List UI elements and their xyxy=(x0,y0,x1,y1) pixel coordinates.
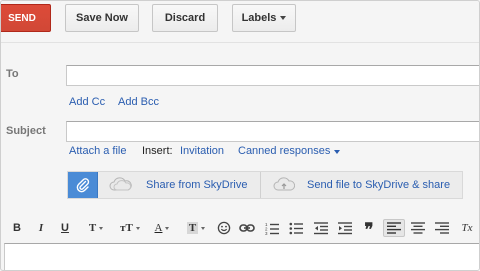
font-size-icon: тT xyxy=(120,222,133,234)
chevron-down-icon xyxy=(165,226,170,230)
share-from-skydrive-label: Share from SkyDrive xyxy=(146,179,248,191)
svg-text:3: 3 xyxy=(265,231,268,235)
remove-formatting-button[interactable]: Tx xyxy=(457,219,477,237)
font-size-dropdown[interactable]: тT xyxy=(115,219,145,237)
formatting-toolbar: B I U T тT A T 123 ❞ Tx xyxy=(1,215,479,241)
send-to-skydrive-label: Send file to SkyDrive & share xyxy=(307,179,451,191)
drive-divider xyxy=(260,172,261,198)
highlight-dropdown[interactable]: T xyxy=(182,219,210,237)
italic-button[interactable]: I xyxy=(33,219,49,237)
italic-icon: I xyxy=(38,222,44,234)
font-icon: T xyxy=(88,222,97,234)
numbered-list-button[interactable]: 123 xyxy=(263,219,281,237)
text-color-icon: A xyxy=(154,222,163,234)
bold-icon: B xyxy=(13,222,21,234)
indent-less-icon xyxy=(314,222,328,235)
insert-link-button[interactable] xyxy=(238,219,256,237)
skydrive-bar: Share from SkyDrive Send file to SkyDriv… xyxy=(67,171,463,199)
save-now-button[interactable]: Save Now xyxy=(65,4,139,32)
underline-button[interactable]: U xyxy=(57,219,73,237)
indent-more-icon xyxy=(338,222,352,235)
align-left-button[interactable] xyxy=(383,219,405,237)
subject-label: Subject xyxy=(6,125,46,137)
share-from-skydrive-button[interactable]: Share from SkyDrive xyxy=(108,172,247,198)
message-body[interactable] xyxy=(4,243,479,270)
add-bcc-link[interactable]: Add Bcc xyxy=(118,96,159,108)
numbered-list-icon: 123 xyxy=(265,222,279,235)
send-to-skydrive-button[interactable]: Send file to SkyDrive & share xyxy=(273,172,450,198)
invitation-link[interactable]: Invitation xyxy=(180,145,224,157)
chevron-down-icon xyxy=(280,16,287,20)
chevron-down-icon xyxy=(201,226,206,230)
quote-icon: ❞ xyxy=(364,220,374,239)
smiley-icon xyxy=(217,221,231,235)
indent-more-button[interactable] xyxy=(336,219,354,237)
remove-formatting-icon: Tx xyxy=(461,222,473,234)
indent-less-button[interactable] xyxy=(312,219,330,237)
compose-toolbar: SEND Save Now Discard Labels xyxy=(1,1,479,43)
discard-button[interactable]: Discard xyxy=(152,4,218,32)
canned-responses-label: Canned responses xyxy=(238,145,331,157)
chevron-down-icon xyxy=(334,150,341,154)
send-button[interactable]: SEND xyxy=(1,4,51,32)
text-color-dropdown[interactable]: A xyxy=(149,219,175,237)
to-label: To xyxy=(6,68,19,80)
cloud-upload-icon xyxy=(273,177,295,191)
underline-icon: U xyxy=(61,222,69,234)
bulleted-list-icon xyxy=(289,222,303,235)
align-center-button[interactable] xyxy=(409,219,427,237)
align-right-icon xyxy=(435,222,449,234)
chevron-down-icon xyxy=(135,226,140,230)
quote-button[interactable]: ❞ xyxy=(360,219,378,239)
font-dropdown[interactable]: T xyxy=(83,219,109,237)
align-right-button[interactable] xyxy=(433,219,451,237)
add-cc-link[interactable]: Add Cc xyxy=(69,96,105,108)
bold-button[interactable]: B xyxy=(9,219,25,237)
send-label: SEND xyxy=(8,12,36,24)
chevron-down-icon xyxy=(99,226,104,230)
align-left-icon xyxy=(387,222,401,234)
align-center-icon xyxy=(411,222,425,234)
emoji-button[interactable] xyxy=(215,219,233,237)
canned-responses-dropdown[interactable]: Canned responses xyxy=(238,145,341,157)
subject-field[interactable] xyxy=(66,121,479,142)
highlight-icon: T xyxy=(186,222,199,234)
attach-file-link[interactable]: Attach a file xyxy=(69,145,126,157)
save-now-label: Save Now xyxy=(76,12,128,24)
labels-label: Labels xyxy=(241,12,277,24)
cloud-icon xyxy=(109,177,132,191)
compose-window: SEND Save Now Discard Labels To Add Cc A… xyxy=(0,0,480,271)
link-icon xyxy=(239,224,255,232)
paperclip-icon[interactable] xyxy=(68,172,98,198)
discard-label: Discard xyxy=(164,12,206,24)
insert-label: Insert: xyxy=(142,145,173,157)
labels-dropdown[interactable]: Labels xyxy=(232,4,296,32)
to-field[interactable] xyxy=(66,65,479,86)
bulleted-list-button[interactable] xyxy=(287,219,305,237)
